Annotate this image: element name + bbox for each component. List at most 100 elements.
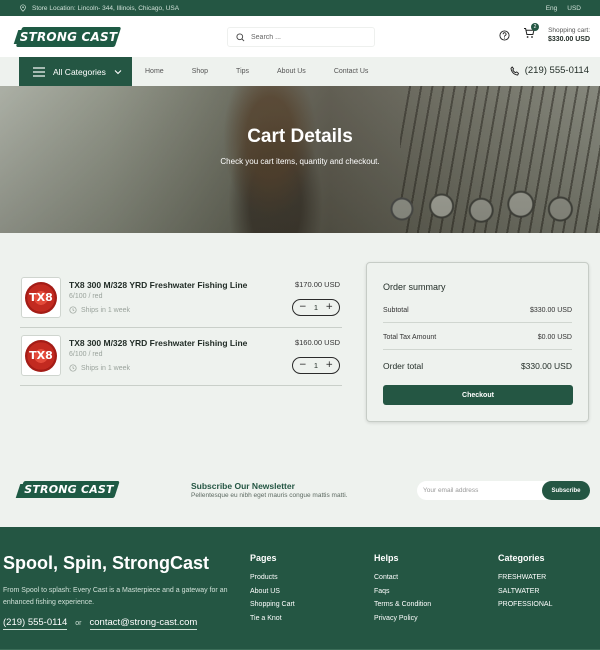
product-thumbnail[interactable]: TX8 [21,277,61,318]
increase-quantity-button[interactable]: + [325,303,333,312]
all-categories-label: All Categories [53,66,106,77]
location-pin-icon [20,4,26,12]
cart-section: TX8 TX8 300 M/328 YRD Freshwater Fishing… [0,233,600,450]
clock-icon [69,364,77,372]
cart-item: TX8 TX8 300 M/328 YRD Freshwater Fishing… [20,270,342,328]
product-variant: 6/100 / red [69,293,103,300]
newsletter-subtitle: Pellentesque eu nibh eget mauris congue … [191,492,348,499]
cart-count-badge: 2 [530,23,539,31]
decrease-quantity-button[interactable]: − [299,361,307,370]
product-thumbnail[interactable]: TX8 [21,335,61,376]
order-total-value: $330.00 USD [520,361,572,371]
footer-link-freshwater[interactable]: FRESHWATER [498,574,552,581]
currency-select[interactable]: USD [567,5,581,12]
store-location: Store Location: Lincoln- 344, Illinois, … [19,4,179,12]
footer-link-contact[interactable]: Contact [374,574,431,581]
product-thumbnail-label: TX8 [29,349,53,362]
shipping-text: Ships in 1 week [81,306,131,314]
quantity-value: 1 [313,303,319,312]
subtotal-label: Subtotal [383,307,409,314]
increase-quantity-button[interactable]: + [325,361,333,370]
quantity-stepper: − 1 + [292,299,340,316]
newsletter-form: Subscribe [417,481,590,500]
main-nav: All Categories Home Shop Tips About Us C… [0,57,600,86]
footer-link-shopping-cart[interactable]: Shopping Cart [250,601,295,608]
tax-label: Total Tax Amount [383,334,437,341]
language-select[interactable]: Eng [546,5,558,12]
cart-button[interactable]: 2 [523,23,539,44]
nav-link-contact-us[interactable]: Contact Us [334,68,369,75]
footer-logo[interactable]: STRONG CAST [15,481,120,498]
product-price: $170.00 USD [294,280,340,289]
footer-link-saltwater[interactable]: SALTWATER [498,588,552,595]
nav-link-home[interactable]: Home [145,68,164,75]
clock-icon [69,306,77,314]
order-total-label: Order total [383,361,424,371]
subtotal-row: Subtotal $330.00 USD [383,307,572,314]
divider [383,349,572,350]
header: STRONG CAST 2 Shopping cart: $330.00 USD [0,16,600,57]
quantity-stepper: − 1 + [292,357,340,374]
order-summary-card: Order summary Subtotal $330.00 USD Total… [366,262,589,422]
order-summary-title: Order summary [383,282,446,292]
footer-helps-column: Helps Contact Faqs Terms & Condition Pri… [374,553,431,628]
footer-email-link[interactable]: contact@strong-cast.com [89,617,198,630]
footer-or-text: or [75,620,82,627]
footer-title: Spool, Spin, StrongCast [3,553,209,573]
newsletter-section: STRONG CAST Subscribe Our Newsletter Pel… [0,450,600,527]
product-price: $160.00 USD [294,338,340,347]
newsletter-email-input[interactable] [423,481,539,500]
help-icon[interactable] [499,29,510,41]
cart-item: TX8 TX8 300 M/328 YRD Freshwater Fishing… [20,328,342,386]
phone-icon [510,65,519,75]
shipping-info: Ships in 1 week [69,364,130,372]
menu-icon [33,66,45,77]
product-name[interactable]: TX8 300 M/328 YRD Freshwater Fishing Lin… [69,280,247,290]
cart-total: $330.00 USD [547,36,590,43]
cart-summary[interactable]: Shopping cart: $330.00 USD [548,26,590,44]
divider [383,322,572,323]
store-location-text: Store Location: Lincoln- 344, Illinois, … [32,4,180,12]
phone-link[interactable]: (219) 555-0114 [510,65,589,76]
footer-categories-column: Categories FRESHWATER SALTWATER PROFESSI… [498,553,552,615]
footer-link-about-us[interactable]: About US [250,588,295,595]
search-input[interactable] [251,33,361,41]
footer-contact: (219) 555-0114 or contact@strong-cast.co… [3,617,198,630]
checkout-button[interactable]: Checkout [383,385,573,405]
subtotal-value: $330.00 USD [529,307,572,314]
page-subtitle: Check you cart items, quantity and check… [220,157,380,166]
tax-value: $0.00 USD [537,334,572,341]
search-icon [236,32,245,41]
footer-pages-heading: Pages [250,553,277,563]
nav-link-shop[interactable]: Shop [192,68,208,75]
footer-pages-column: Pages Products About US Shopping Cart Ti… [250,553,295,628]
tax-row: Total Tax Amount $0.00 USD [383,334,572,341]
logo-text: STRONG CAST [19,29,118,44]
footer-link-professional[interactable]: PROFESSIONAL [498,601,552,608]
footer-helps-heading: Helps [374,553,399,563]
footer-link-privacy[interactable]: Privacy Policy [374,615,431,622]
subscribe-button[interactable]: Subscribe [542,481,590,500]
hero-banner: Cart Details Check you cart items, quant… [0,86,600,233]
cart-items-list: TX8 TX8 300 M/328 YRD Freshwater Fishing… [20,270,342,386]
order-total-row: Order total $330.00 USD [383,361,572,371]
all-categories-button[interactable]: All Categories [19,57,132,86]
phone-number: (219) 555-0114 [524,65,589,76]
decrease-quantity-button[interactable]: − [299,303,307,312]
shipping-info: Ships in 1 week [69,306,130,314]
top-bar: Store Location: Lincoln- 344, Illinois, … [0,0,600,16]
product-variant: 6/100 / red [69,351,103,358]
chevron-down-icon [114,69,122,74]
footer-link-products[interactable]: Products [250,574,295,581]
product-name[interactable]: TX8 300 M/328 YRD Freshwater Fishing Lin… [69,338,247,348]
logo[interactable]: STRONG CAST [13,26,122,47]
nav-link-tips[interactable]: Tips [236,68,249,75]
product-thumbnail-label: TX8 [29,291,53,304]
footer-phone-link[interactable]: (219) 555-0114 [3,617,68,630]
search-box [227,27,375,47]
footer-link-terms[interactable]: Terms & Condition [374,601,431,608]
page-title: Cart Details [247,126,353,147]
nav-link-about-us[interactable]: About Us [277,68,306,75]
footer-link-tie-a-knot[interactable]: Tie a Knot [250,615,295,622]
footer-link-faqs[interactable]: Faqs [374,588,431,595]
